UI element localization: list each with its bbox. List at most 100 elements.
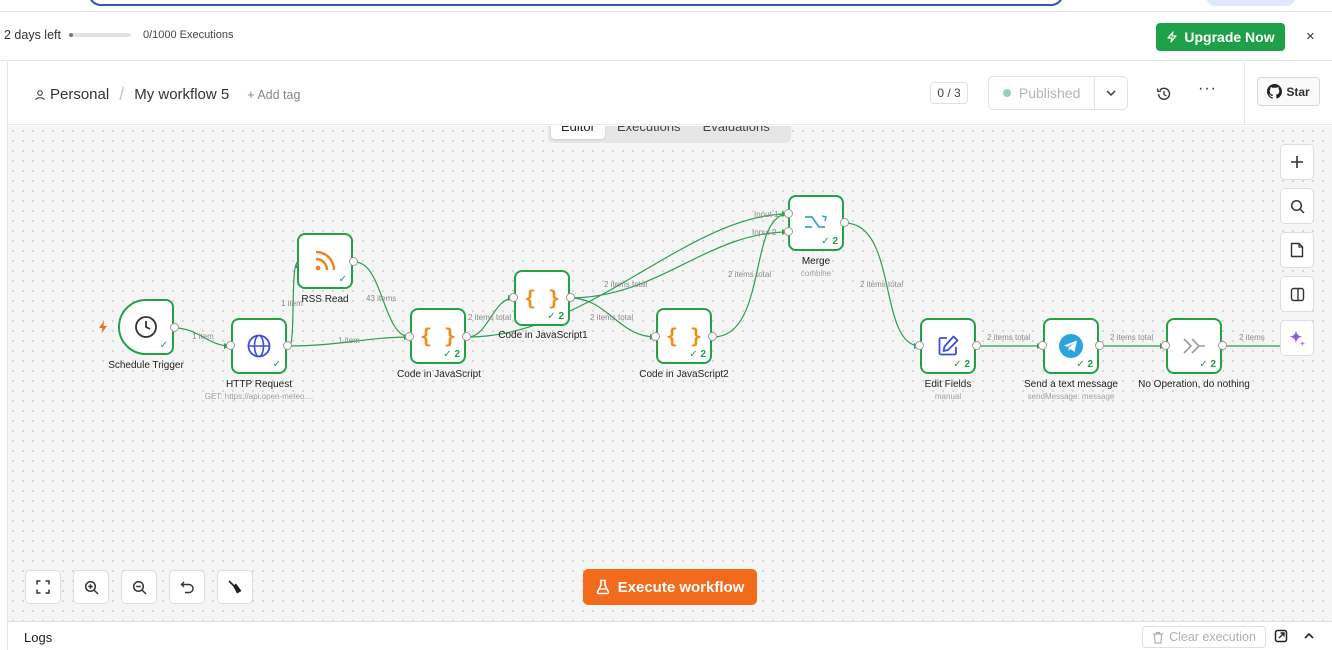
output-port[interactable] <box>170 323 179 332</box>
github-star-button[interactable]: Star <box>1257 77 1320 106</box>
close-icon[interactable]: × <box>1306 28 1315 45</box>
broom-icon <box>228 580 242 594</box>
search-nodes-button[interactable] <box>1280 188 1314 224</box>
edge-label: 2 items total <box>590 313 634 322</box>
pencil-icon <box>938 335 959 356</box>
output-port[interactable] <box>349 257 358 266</box>
fit-view-button[interactable] <box>25 570 61 604</box>
zoom-in-icon <box>84 580 98 594</box>
tidy-up-button[interactable] <box>217 570 253 604</box>
node-http-request[interactable]: ✓ <box>231 318 287 374</box>
arrow-right-icon <box>1183 338 1205 354</box>
input-port[interactable] <box>1161 341 1170 350</box>
search-bar-edge[interactable] <box>88 0 1064 6</box>
trial-banner: 2 days left 0/1000 Executions Upgrade No… <box>0 12 1332 61</box>
publish-dropdown[interactable] <box>1095 77 1127 109</box>
logs-panel-bar[interactable]: Logs Clear execution <box>8 621 1332 650</box>
input-port[interactable] <box>784 209 793 218</box>
trial-progress-fill <box>68 33 73 37</box>
breadcrumb-separator: / <box>119 84 125 104</box>
upgrade-now-button[interactable]: Upgrade Now <box>1156 23 1285 51</box>
sidebar-edge <box>0 62 8 650</box>
edge-label: 1 item <box>192 332 214 341</box>
output-port[interactable] <box>283 341 292 350</box>
workflow-header: Personal / My workflow 5 + Add tag 0 / 3… <box>8 62 1332 125</box>
edge-label: 2 items total <box>604 280 648 289</box>
tab-editor[interactable]: Editor <box>551 126 605 139</box>
bolt-icon <box>99 321 107 333</box>
trial-executions: 0/1000 Executions <box>142 29 234 41</box>
publish-control: Published <box>988 76 1128 110</box>
canvas-bottom-toolbar <box>25 570 253 604</box>
node-schedule-trigger[interactable]: ✓ <box>118 299 174 355</box>
node-no-operation[interactable]: ✓ 2 <box>1166 318 1222 374</box>
github-icon <box>1267 84 1283 99</box>
output-port[interactable] <box>840 218 849 227</box>
chevron-down-icon <box>1106 90 1116 96</box>
output-port[interactable] <box>1095 341 1104 350</box>
clear-execution-button[interactable]: Clear execution <box>1142 626 1266 648</box>
popout-icon[interactable] <box>1274 629 1288 643</box>
input-port[interactable] <box>784 227 793 236</box>
success-check-icon: ✓ <box>159 340 168 351</box>
input-port[interactable] <box>651 332 660 341</box>
add-sticky-note-button[interactable] <box>1280 232 1314 268</box>
more-options-button[interactable]: ··· <box>1198 80 1217 98</box>
input-port[interactable] <box>915 341 924 350</box>
breadcrumb-project[interactable]: Personal <box>50 86 109 103</box>
edge-label: 2 items total <box>1110 333 1154 342</box>
trial-progress-bar <box>68 33 131 37</box>
execute-workflow-label: Execute workflow <box>617 578 745 596</box>
view-tabs: Editor Executions Evaluations <box>548 126 791 143</box>
input-port[interactable] <box>405 332 414 341</box>
merge-input2-label: Input 2 <box>752 228 777 237</box>
canvas-side-toolbar <box>1280 144 1314 356</box>
publish-label: Published <box>1018 85 1081 101</box>
sticky-note-icon <box>1290 242 1304 258</box>
node-rss-read[interactable]: ✓ <box>297 233 353 289</box>
chevron-up-icon[interactable] <box>1302 629 1316 643</box>
output-port[interactable] <box>708 332 717 341</box>
node-code-javascript2[interactable]: { } ✓ 2 <box>656 308 712 364</box>
workflow-name[interactable]: My workflow 5 <box>134 86 229 103</box>
toggle-panel-button[interactable] <box>1280 276 1314 312</box>
add-tag-button[interactable]: + Add tag <box>247 88 300 102</box>
tab-evaluations[interactable]: Evaluations <box>693 126 780 139</box>
input-port[interactable] <box>1038 341 1047 350</box>
trial-days-left: 2 days left <box>4 28 61 42</box>
node-label: Code in JavaScript2 <box>639 369 729 380</box>
node-label: Merge <box>801 256 831 267</box>
input-port[interactable] <box>226 341 235 350</box>
ai-assistant-button[interactable] <box>1280 320 1314 356</box>
edge-label: 2 items total <box>468 313 512 322</box>
execute-workflow-button[interactable]: Execute workflow <box>583 569 757 605</box>
header-divider <box>1244 62 1245 125</box>
node-code-javascript[interactable]: { } ✓ 2 <box>410 308 466 364</box>
tab-executions[interactable]: Executions <box>607 126 691 139</box>
node-label: Schedule Trigger <box>108 360 184 371</box>
node-send-text-message[interactable]: ✓ 2 <box>1043 318 1099 374</box>
trash-icon <box>1153 631 1164 644</box>
output-port[interactable] <box>972 341 981 350</box>
node-edit-fields[interactable]: ✓ 2 <box>920 318 976 374</box>
output-port[interactable] <box>566 293 575 302</box>
publish-button[interactable]: Published <box>989 77 1096 109</box>
history-icon[interactable] <box>1154 84 1174 104</box>
zoom-in-button[interactable] <box>73 570 109 604</box>
node-merge[interactable]: ✓ 2 <box>788 195 844 251</box>
success-check-icon: ✓ 2 <box>547 311 564 322</box>
output-port[interactable] <box>1218 341 1227 350</box>
undo-button[interactable] <box>169 570 205 604</box>
bolt-icon <box>1167 31 1177 43</box>
rss-icon <box>315 250 336 271</box>
node-code-javascript1[interactable]: { } ✓ 2 <box>514 270 570 326</box>
workflow-canvas[interactable]: Editor Executions Evaluations 1 item 1 i… <box>8 126 1332 621</box>
add-node-button[interactable] <box>1280 144 1314 180</box>
upgrade-now-label: Upgrade Now <box>1184 29 1275 45</box>
top-sliver <box>0 0 1332 12</box>
top-pill-edge[interactable] <box>1206 0 1296 6</box>
zoom-out-button[interactable] <box>121 570 157 604</box>
input-port[interactable] <box>509 293 518 302</box>
zoom-out-icon <box>132 580 146 594</box>
braces-icon: { } <box>665 324 703 348</box>
